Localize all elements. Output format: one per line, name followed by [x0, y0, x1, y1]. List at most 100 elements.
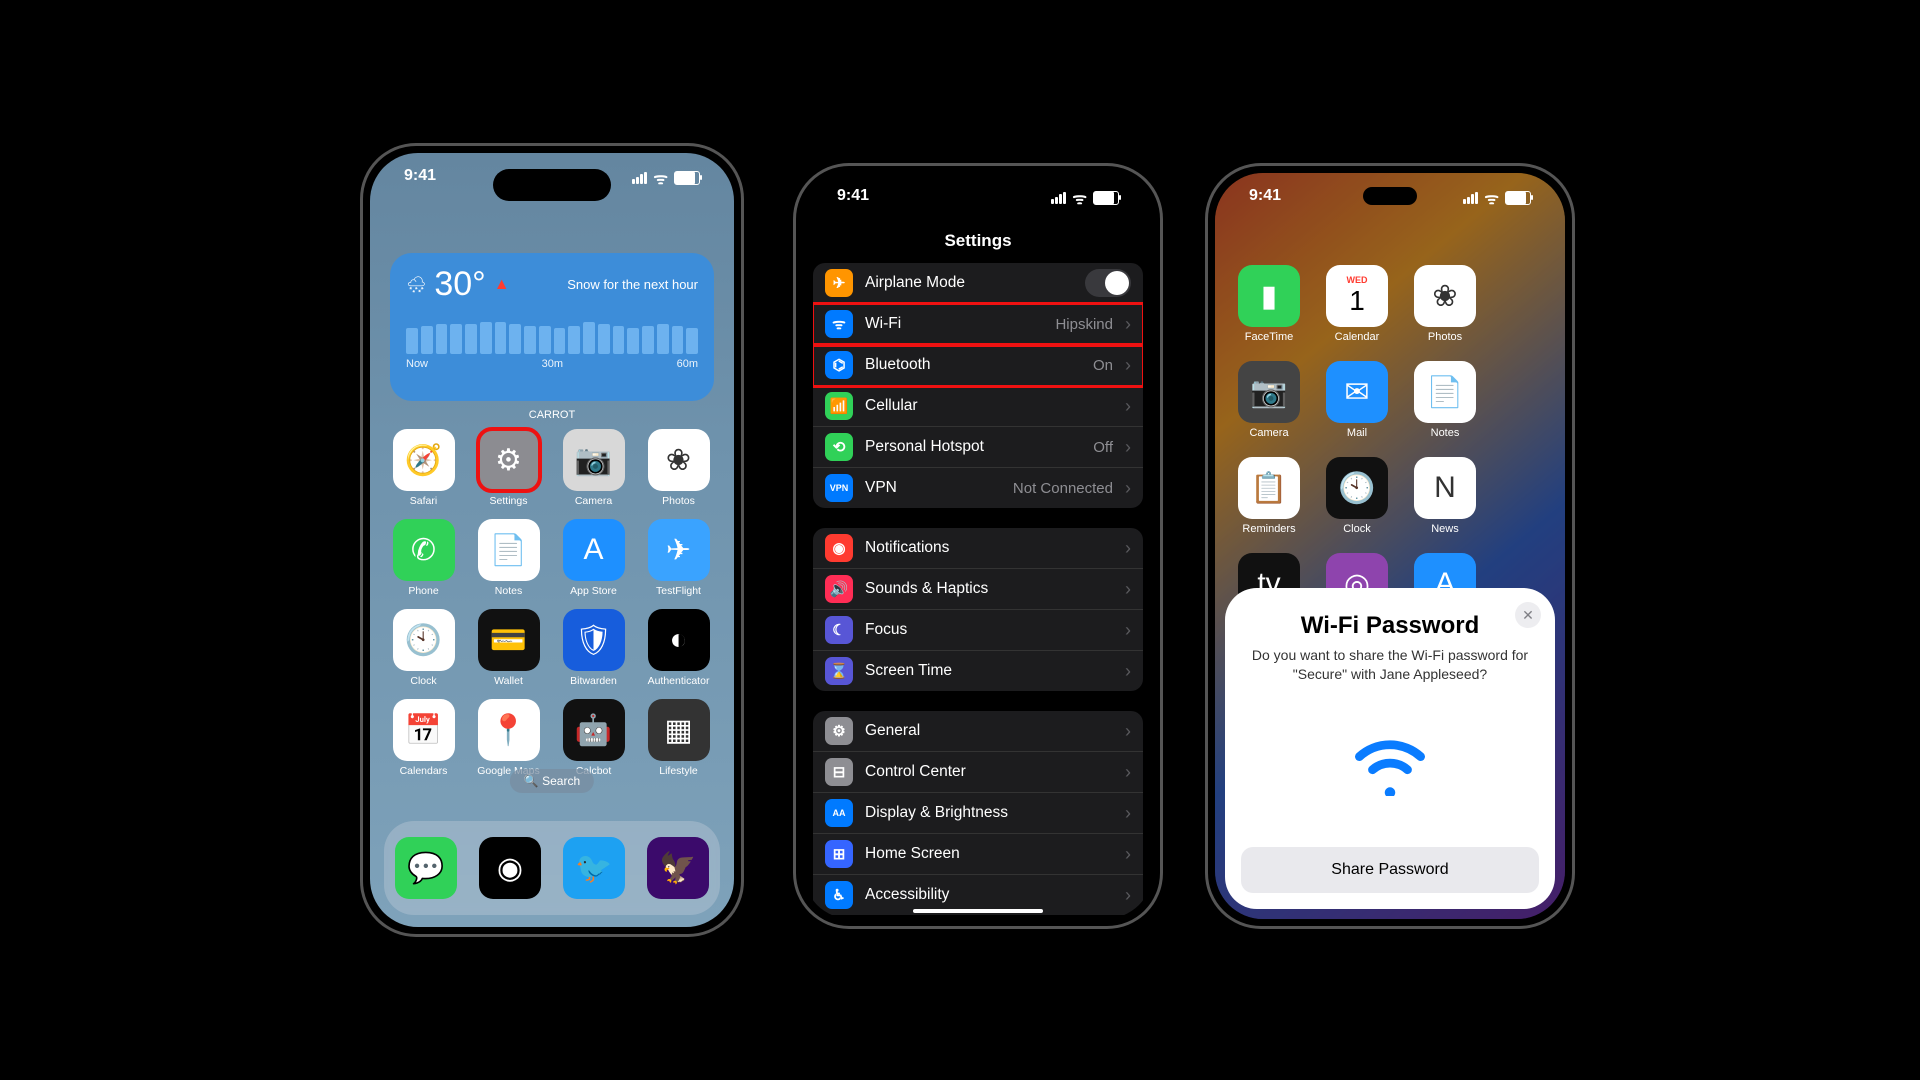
- toggle[interactable]: [1085, 269, 1131, 297]
- alert-icon: ▲: [494, 276, 510, 294]
- weather-widget[interactable]: 🌨 30° ▲ Snow for the next hour Now 30m 6…: [390, 253, 714, 401]
- app-label: TestFlight: [645, 585, 712, 597]
- app-bitwarden[interactable]: 🛡Bitwarden: [560, 609, 627, 687]
- settings-home-screen[interactable]: ⊞ Home Screen ›: [813, 834, 1143, 875]
- settings-group-connectivity: ✈︎Airplane ModeᯤWi-FiHipskind›⌬Bluetooth…: [813, 263, 1143, 508]
- app-camera[interactable]: 📷Camera: [560, 429, 627, 507]
- app-label: Bitwarden: [560, 675, 627, 687]
- row-label: Screen Time: [865, 662, 1101, 680]
- app-calendar[interactable]: WED1Calendar: [1321, 265, 1393, 343]
- phone-share-wifi: 9:41 ᯤ ▮FaceTimeWED1Calendar❀Photos 📷Came…: [1205, 163, 1575, 929]
- settings-airplane-mode[interactable]: ✈︎ Airplane Mode: [813, 263, 1143, 304]
- dock-app[interactable]: 💬: [395, 837, 457, 899]
- settings-vpn[interactable]: VPNVPNNot Connected›: [813, 468, 1143, 508]
- chevron-icon: ›: [1125, 762, 1131, 783]
- row-value: Off: [1093, 439, 1113, 456]
- app-testflight[interactable]: ✈︎TestFlight: [645, 519, 712, 597]
- app-notes[interactable]: 📄Notes: [1409, 361, 1481, 439]
- settings-wi-fi[interactable]: ᯤWi-FiHipskind›: [813, 304, 1143, 345]
- dock-app[interactable]: ◉: [479, 837, 541, 899]
- chevron-icon: ›: [1125, 579, 1131, 600]
- row-value: Not Connected: [1013, 480, 1113, 497]
- row-icon: ⌛: [825, 657, 853, 685]
- wifi-icon: ᯤ: [1484, 187, 1499, 209]
- app-label: Wallet: [475, 675, 542, 687]
- weather-forecast: Snow for the next hour: [567, 277, 698, 293]
- app-label: Clock: [1321, 523, 1393, 535]
- spotlight-search[interactable]: 🔍 Search: [510, 769, 594, 793]
- app-label: Notes: [1409, 427, 1481, 439]
- chevron-icon: ›: [1125, 661, 1131, 682]
- status-time: 9:41: [1249, 187, 1281, 209]
- app-clock[interactable]: 🕙Clock: [1321, 457, 1393, 535]
- page-title: Settings: [803, 231, 1153, 251]
- settings-personal-hotspot[interactable]: ⟲Personal HotspotOff›: [813, 427, 1143, 468]
- chevron-icon: ›: [1125, 538, 1131, 559]
- app-label: Settings: [475, 495, 542, 507]
- row-icon: ◉: [825, 534, 853, 562]
- row-label: General: [865, 722, 1101, 740]
- app-safari[interactable]: 🧭Safari: [390, 429, 457, 507]
- settings-control-center[interactable]: ⊟Control Center›: [813, 752, 1143, 793]
- row-icon: ⊟: [825, 758, 853, 786]
- sheet-subtitle: Do you want to share the Wi-Fi password …: [1241, 646, 1539, 684]
- app-photos[interactable]: ❀Photos: [645, 429, 712, 507]
- app-label: Reminders: [1233, 523, 1305, 535]
- app-calendars[interactable]: 📅Calendars: [390, 699, 457, 777]
- share-password-button[interactable]: Share Password: [1241, 847, 1539, 893]
- dock-app[interactable]: 🦅: [647, 837, 709, 899]
- row-label: Home Screen: [865, 845, 1101, 863]
- app-phone[interactable]: ✆Phone: [390, 519, 457, 597]
- app-label: Notes: [475, 585, 542, 597]
- settings-cellular[interactable]: 📶Cellular›: [813, 386, 1143, 427]
- app-calcbot[interactable]: 🤖Calcbot: [560, 699, 627, 777]
- row-label: Sounds & Haptics: [865, 580, 1101, 598]
- row-label: Bluetooth: [865, 356, 1081, 374]
- app-label: Calendars: [390, 765, 457, 777]
- precip-bars: [406, 320, 698, 354]
- app-facetime[interactable]: ▮FaceTime: [1233, 265, 1305, 343]
- settings-general[interactable]: ⚙︎General›: [813, 711, 1143, 752]
- row-label: Wi-Fi: [865, 315, 1043, 333]
- row-icon: ♿︎: [825, 881, 853, 909]
- app-notes[interactable]: 📄Notes: [475, 519, 542, 597]
- app-photos[interactable]: ❀Photos: [1409, 265, 1481, 343]
- settings-screen-time[interactable]: ⌛ Screen Time ›: [813, 651, 1143, 691]
- app-app-store[interactable]: AApp Store: [560, 519, 627, 597]
- row-label: Personal Hotspot: [865, 438, 1081, 456]
- settings-group-general: ⚙︎General›⊟Control Center›AADisplay & Br…: [813, 711, 1143, 915]
- wifi-icon: ᯤ: [1072, 187, 1087, 209]
- cellular-icon: [1051, 192, 1066, 204]
- chevron-icon: ›: [1125, 844, 1131, 865]
- row-icon: ⊞: [825, 840, 853, 868]
- row-icon: ᯤ: [825, 310, 853, 338]
- app-wallet[interactable]: 💳Wallet: [475, 609, 542, 687]
- settings-bluetooth[interactable]: ⌬BluetoothOn›: [813, 345, 1143, 386]
- app-label: Authenticator: [645, 675, 712, 687]
- dock-app[interactable]: 🐦: [563, 837, 625, 899]
- chevron-icon: ›: [1125, 396, 1131, 417]
- row-label: Airplane Mode: [865, 274, 1073, 292]
- app-settings[interactable]: ⚙︎Settings: [475, 429, 542, 507]
- app-mail[interactable]: ✉︎Mail: [1321, 361, 1393, 439]
- settings-notifications[interactable]: ◉Notifications›: [813, 528, 1143, 569]
- app-authenticator[interactable]: ◐Authenticator: [645, 609, 712, 687]
- app-camera[interactable]: 📷Camera: [1233, 361, 1305, 439]
- settings-focus[interactable]: ☾Focus›: [813, 610, 1143, 651]
- app-reminders[interactable]: 📋Reminders: [1233, 457, 1305, 535]
- settings-sounds-haptics[interactable]: 🔊Sounds & Haptics›: [813, 569, 1143, 610]
- app-google-maps[interactable]: 📍Google Maps: [475, 699, 542, 777]
- app-lifestyle[interactable]: ▦Lifestyle: [645, 699, 712, 777]
- app-clock[interactable]: 🕙Clock: [390, 609, 457, 687]
- app-label: FaceTime: [1233, 331, 1305, 343]
- chevron-icon: ›: [1125, 885, 1131, 906]
- app-news[interactable]: NNews: [1409, 457, 1481, 535]
- battery-icon: [1505, 191, 1531, 205]
- row-icon: ✈︎: [825, 269, 853, 297]
- app-label: Photos: [1409, 331, 1481, 343]
- settings-display-brightness[interactable]: AADisplay & Brightness›: [813, 793, 1143, 834]
- home-indicator[interactable]: [913, 909, 1043, 913]
- chevron-icon: ›: [1125, 478, 1131, 499]
- phone-settings: 9:41 ᯤ Settings ✈︎Airplane ModeᯤWi-FiHip…: [793, 163, 1163, 929]
- notch: [1363, 187, 1417, 205]
